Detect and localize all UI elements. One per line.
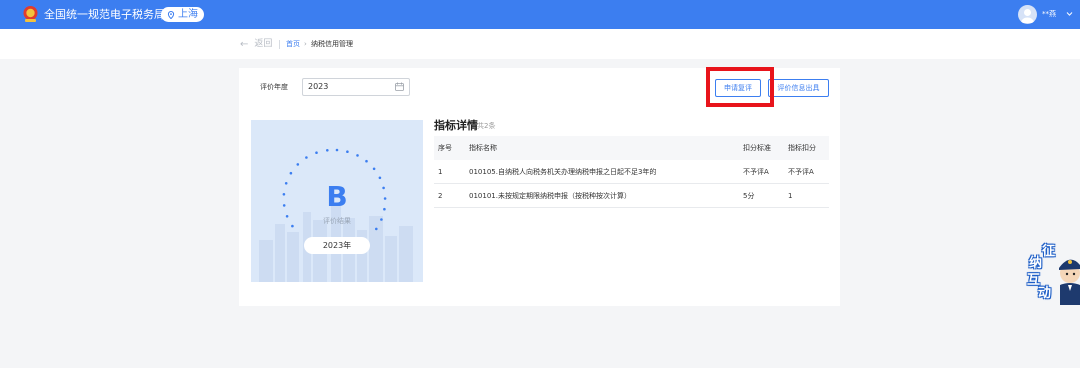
credit-grade-label: 评价结果 xyxy=(323,217,351,225)
emblem-icon xyxy=(23,6,38,22)
breadcrumb-home-link[interactable]: 首页 xyxy=(286,39,300,50)
row-deduction: 1 xyxy=(788,192,793,200)
row-deduction: 不予评A xyxy=(788,168,814,176)
year-filter-label: 评价年度 xyxy=(260,83,288,91)
table-header: 序号 指标名称 扣分标准 指标扣分 xyxy=(434,136,829,160)
column-header-standard: 扣分标准 xyxy=(743,144,771,152)
chevron-down-icon[interactable] xyxy=(1066,11,1073,17)
mascot-char-1: 征 xyxy=(1042,244,1056,259)
column-header-no: 序号 xyxy=(438,144,452,152)
row-standard: 不予评A xyxy=(743,168,769,176)
red-highlight-box xyxy=(706,67,774,107)
column-header-name: 指标名称 xyxy=(469,144,497,152)
year-picker-input[interactable]: 2023 xyxy=(302,78,410,96)
back-arrow-icon: ← xyxy=(240,39,249,50)
top-bar: 全国统一规范电子税务局 上海 **燕 xyxy=(0,0,1080,29)
evaluation-year-pill: 2023年 xyxy=(304,237,370,254)
site-title[interactable]: 全国统一规范电子税务局 xyxy=(44,7,165,22)
row-no: 1 xyxy=(438,168,443,176)
row-indicator-name: 010105.自纳税人向税务机关办理纳税申报之日起不足3年的 xyxy=(469,168,657,176)
issue-evaluation-info-button[interactable]: 评价信息出具 xyxy=(768,79,829,97)
calendar-icon[interactable] xyxy=(395,82,404,91)
indicator-details-title: 指标详情 xyxy=(434,119,478,132)
breadcrumb-separator: › xyxy=(304,40,307,48)
breadcrumb-divider xyxy=(279,40,280,49)
row-standard: 5分 xyxy=(743,192,755,200)
region-label: 上海 xyxy=(178,9,198,20)
breadcrumb-bar: ← 返回 首页 › 纳税信用管理 xyxy=(0,29,1080,59)
evaluation-result-card: B 评价结果 2023年 xyxy=(251,120,423,282)
row-indicator-name: 010101.未按规定期限纳税申报（按税种按次计算） xyxy=(469,192,631,200)
region-selector[interactable]: 上海 xyxy=(161,7,204,22)
breadcrumb-current: 纳税信用管理 xyxy=(311,40,353,48)
table-row: 2 010101.未按规定期限纳税申报（按税种按次计算） 5分 1 xyxy=(434,184,829,208)
mascot-char-4: 动 xyxy=(1038,286,1052,301)
back-label: 返回 xyxy=(254,39,273,49)
row-no: 2 xyxy=(438,192,443,200)
location-pin-icon xyxy=(167,10,175,19)
column-header-deduction: 指标扣分 xyxy=(788,144,816,152)
user-name[interactable]: **燕 xyxy=(1042,9,1056,19)
year-picker-value: 2023 xyxy=(308,82,329,91)
back-button[interactable]: ← 返回 xyxy=(240,39,272,50)
interaction-mascot-widget[interactable]: 征 纳 互 动 xyxy=(1026,243,1080,305)
mascot-char-2: 纳 xyxy=(1029,256,1043,271)
indicator-count: 共2条 xyxy=(477,122,496,130)
credit-grade: B xyxy=(326,180,348,213)
user-avatar-icon[interactable] xyxy=(1018,5,1037,24)
table-row: 1 010105.自纳税人向税务机关办理纳税申报之日起不足3年的 不予评A 不予… xyxy=(434,160,829,184)
